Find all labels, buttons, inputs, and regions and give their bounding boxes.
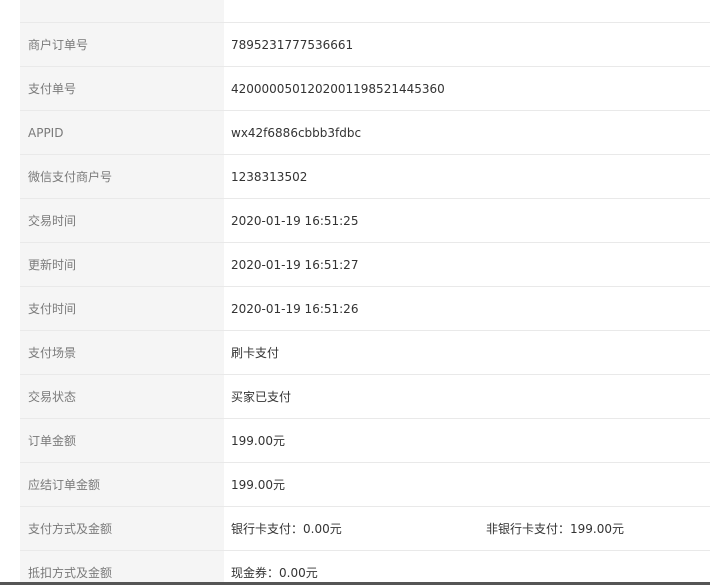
field-value: 2020-01-19 16:51:26 <box>224 286 710 331</box>
table-row: 支付时间 2020-01-19 16:51:26 <box>20 286 710 331</box>
field-label: 应结订单金额 <box>20 462 224 507</box>
field-value-pair: 银行卡支付：0.00元 非银行卡支付：199.00元 <box>224 506 710 551</box>
field-label: 商户订单号 <box>20 22 224 67</box>
top-label-cell <box>20 0 224 23</box>
field-label: 抵扣方式及金额 <box>20 550 224 585</box>
order-detail-page: 商户订单号 7895231777536661 支付单号 420000050120… <box>0 0 710 585</box>
table-row: 抵扣方式及金额 现金券：0.00元 <box>20 550 710 585</box>
table-row: 商户订单号 7895231777536661 <box>20 22 710 67</box>
field-label: 交易时间 <box>20 198 224 243</box>
table-row: 更新时间 2020-01-19 16:51:27 <box>20 242 710 287</box>
field-value: 2020-01-19 16:51:25 <box>224 198 710 243</box>
field-label: 微信支付商户号 <box>20 154 224 199</box>
table-row: 支付场景 刷卡支付 <box>20 330 710 375</box>
field-value: 1238313502 <box>224 154 710 199</box>
field-value: 2020-01-19 16:51:27 <box>224 242 710 287</box>
field-value: 买家已支付 <box>224 374 710 419</box>
field-label: APPID <box>20 110 224 155</box>
table-row: APPID wx42f6886cbbb3fdbc <box>20 110 710 155</box>
field-value: 刷卡支付 <box>224 330 710 375</box>
field-value: wx42f6886cbbb3fdbc <box>224 110 710 155</box>
table-row: 支付方式及金额 银行卡支付：0.00元 非银行卡支付：199.00元 <box>20 506 710 551</box>
field-value: 7895231777536661 <box>224 22 710 67</box>
table-row: 交易状态 买家已支付 <box>20 374 710 419</box>
top-value-cell <box>224 0 710 23</box>
field-value: 199.00元 <box>224 462 710 507</box>
table-row: 支付单号 4200000501202001198521445360 <box>20 66 710 111</box>
bank-card-payment-value: 银行卡支付：0.00元 <box>231 522 342 536</box>
field-label: 支付单号 <box>20 66 224 111</box>
field-label: 支付方式及金额 <box>20 506 224 551</box>
field-value: 199.00元 <box>224 418 710 463</box>
field-label: 更新时间 <box>20 242 224 287</box>
table-row: 订单金额 199.00元 <box>20 418 710 463</box>
field-label: 支付场景 <box>20 330 224 375</box>
field-label: 支付时间 <box>20 286 224 331</box>
field-value: 现金券：0.00元 <box>224 550 710 585</box>
table-row: 应结订单金额 199.00元 <box>20 462 710 507</box>
order-detail-table: 商户订单号 7895231777536661 支付单号 420000050120… <box>20 0 710 585</box>
non-bank-card-payment-value: 非银行卡支付：199.00元 <box>486 522 624 536</box>
field-label: 交易状态 <box>20 374 224 419</box>
payment-method-values: 银行卡支付：0.00元 非银行卡支付：199.00元 <box>231 520 710 537</box>
field-label: 订单金额 <box>20 418 224 463</box>
table-top-row <box>20 0 710 23</box>
field-value: 4200000501202001198521445360 <box>224 66 710 111</box>
table-row: 微信支付商户号 1238313502 <box>20 154 710 199</box>
table-row: 交易时间 2020-01-19 16:51:25 <box>20 198 710 243</box>
